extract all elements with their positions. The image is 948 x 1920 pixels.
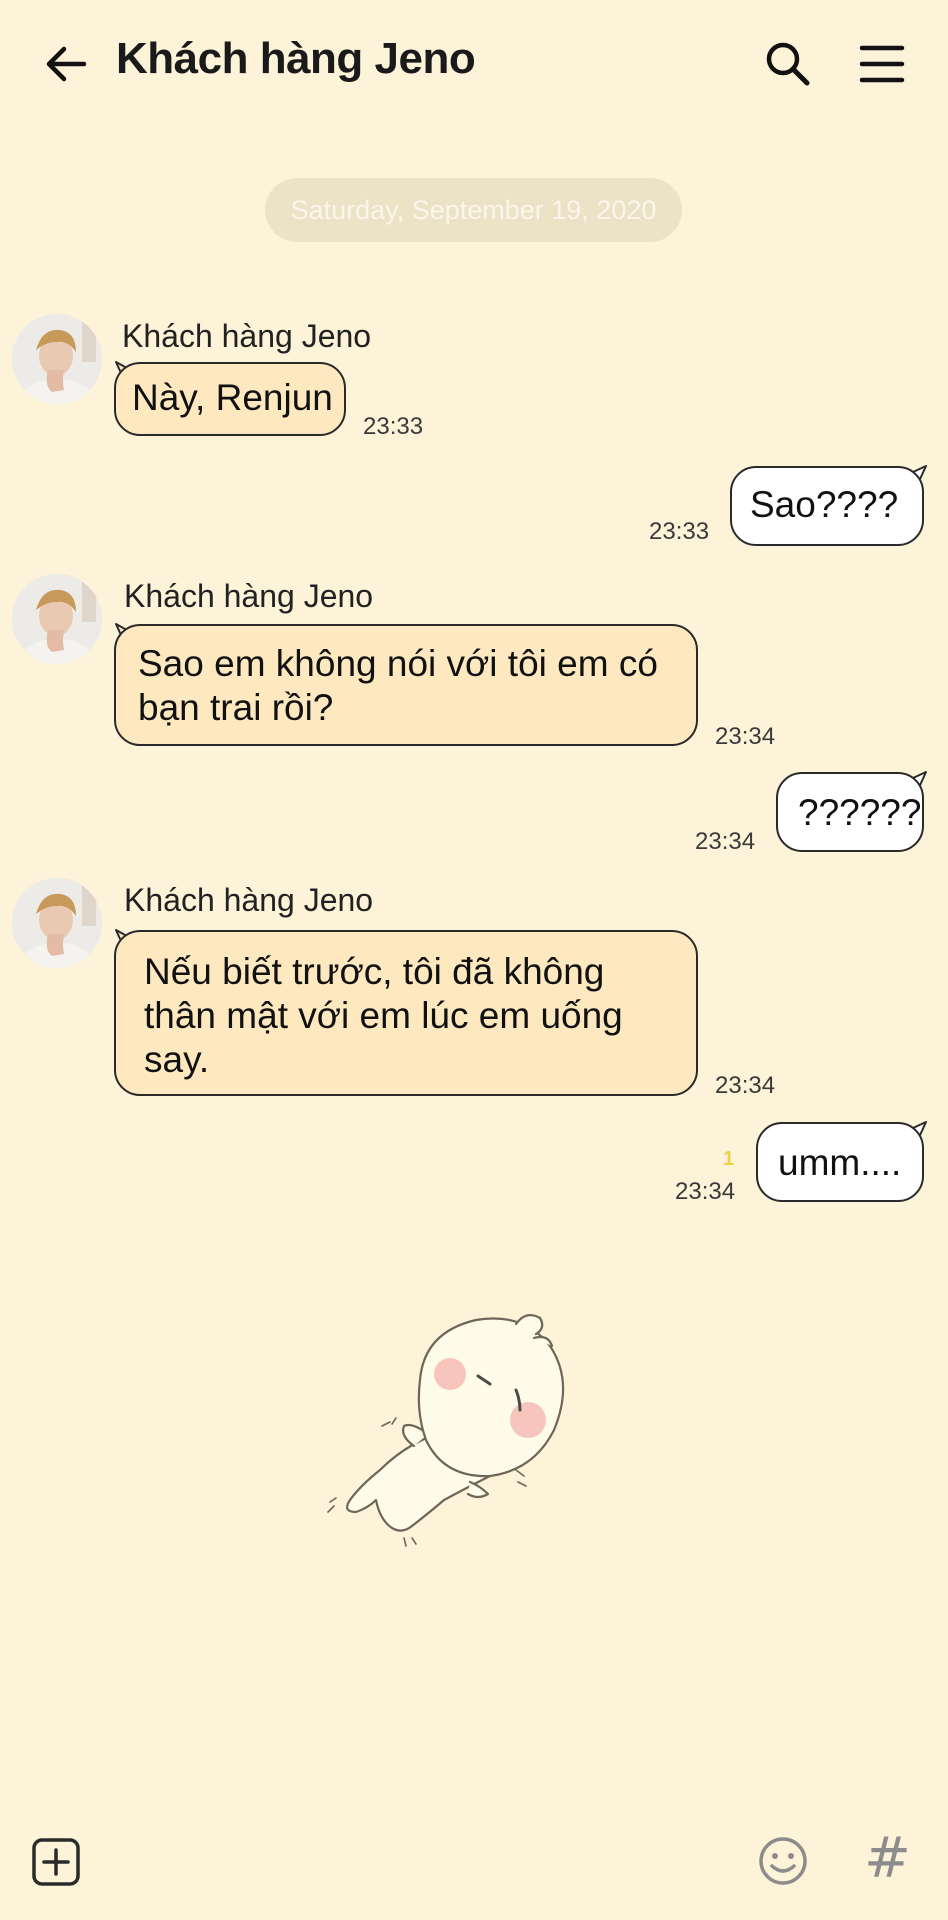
message-bubble[interactable]: Nếu biết trước, tôi đã không thân mật vớ… [114,930,698,1096]
message-time: 23:34 [675,1178,736,1205]
avatar-photo-icon [12,314,102,404]
sender-name: Khách hàng Jeno [122,318,372,354]
avatar-photo-icon [12,878,102,968]
unread-count: 1 [723,1148,735,1170]
message-text: Này, Renjun [132,377,333,418]
message-bubble[interactable]: Sao???? [730,466,924,546]
message-time: 23:34 [695,828,756,855]
message-time: 23:34 [715,723,776,750]
attach-button[interactable] [30,1836,82,1888]
hash-icon[interactable]: # [864,1826,911,1891]
emoji-button[interactable] [756,1834,810,1888]
plus-box-icon [32,1838,80,1886]
message-text-line: thân mật với em lúc em uống [144,995,623,1036]
back-arrow-icon [46,46,87,82]
avatar-photo-icon [12,574,102,664]
message-bubble[interactable]: umm.... [756,1122,924,1202]
baby-sticker[interactable] [320,1290,640,1570]
message-bubble[interactable]: Sao em không nói với tôi em có bạn trai … [114,624,698,746]
message-time: 23:33 [363,413,424,440]
page-title: Khách hàng Jeno [116,34,476,83]
menu-button[interactable] [856,42,908,86]
avatar[interactable] [12,314,102,404]
avatar[interactable] [12,878,102,968]
sender-name: Khách hàng Jeno [124,578,374,614]
search-button[interactable] [762,38,814,90]
message-bubble[interactable]: Này, Renjun [114,362,346,436]
chat-header: Khách hàng Jeno [0,0,948,130]
message-bubble[interactable]: ?????? [776,772,924,852]
message-text-line: say. [144,1039,210,1080]
menu-icon [859,45,905,83]
message-text: Sao???? [750,484,899,525]
avatar[interactable] [12,574,102,664]
message-text-line: Sao em không nói với tôi em có [138,643,658,684]
message-time: 23:33 [649,518,710,545]
message-text-line: bạn trai rồi? [138,687,334,728]
message-time: 23:34 [715,1072,776,1099]
message-text: umm.... [778,1142,902,1183]
search-icon [766,42,810,86]
back-button[interactable] [40,38,92,90]
date-separator: Saturday, September 19, 2020 [265,178,682,242]
message-text: ?????? [798,792,922,833]
emoji-icon [759,1837,807,1885]
message-text-line: Nếu biết trước, tôi đã không [144,951,605,992]
sender-name: Khách hàng Jeno [124,882,374,918]
